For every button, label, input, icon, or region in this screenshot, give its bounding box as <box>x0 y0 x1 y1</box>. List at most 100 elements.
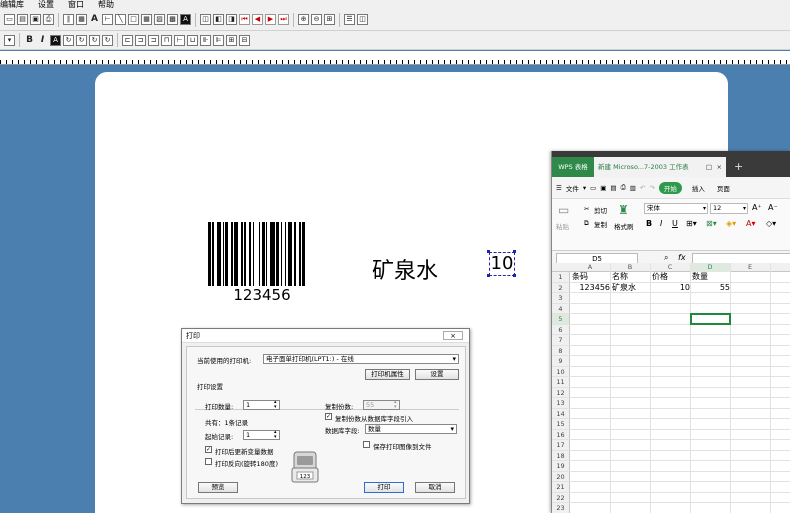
sheet-cell[interactable]: 矿泉水 <box>612 283 650 293</box>
paste-icon[interactable]: ▭ <box>558 203 569 217</box>
row-number[interactable]: 20 <box>552 471 570 481</box>
close-tab-icon[interactable]: × <box>717 157 722 177</box>
sheet-cell[interactable]: 123456 <box>572 283 610 293</box>
align-left-icon[interactable]: ⊏ <box>122 34 133 46</box>
barcode-element[interactable] <box>208 222 314 286</box>
row-number[interactable]: 21 <box>552 482 570 492</box>
line-tool-icon[interactable]: ⊢ <box>102 14 113 25</box>
row-number[interactable]: 1 <box>552 272 570 282</box>
next-record-icon[interactable]: ▶ <box>265 14 276 25</box>
wps-menu-start[interactable]: 开始 <box>658 181 682 194</box>
open-icon[interactable]: ▭ <box>590 184 596 192</box>
distribute-h-icon[interactable]: ⊪ <box>200 34 211 46</box>
printer-select[interactable]: 电子面单打印机(LPT1:) - 在线 <box>263 354 459 364</box>
ai-tool-icon[interactable]: A <box>180 14 191 25</box>
layout-icon[interactable]: ☰ <box>344 14 355 25</box>
row-number[interactable]: 14 <box>552 408 570 418</box>
print-icon[interactable]: ⎙ <box>621 183 626 192</box>
row-number[interactable]: 6 <box>552 324 570 334</box>
selection-handle[interactable] <box>513 274 516 277</box>
rectangle-tool-icon[interactable]: □ <box>128 14 139 25</box>
selection-handle[interactable] <box>487 250 490 253</box>
row-number[interactable]: 9 <box>552 356 570 366</box>
row-number[interactable]: 3 <box>552 293 570 303</box>
row-number[interactable]: 19 <box>552 461 570 471</box>
print-quantity-input[interactable]: 1 <box>243 400 280 410</box>
preview-icon[interactable]: ▥ <box>630 184 636 192</box>
row-number[interactable]: 15 <box>552 419 570 429</box>
row-number[interactable]: 4 <box>552 303 570 313</box>
text-tool-icon[interactable]: A <box>89 14 100 25</box>
zoom-out-icon[interactable]: ⊖ <box>311 14 322 25</box>
align-top-icon[interactable]: ⊓ <box>161 34 172 46</box>
column-header-c[interactable]: C <box>650 263 690 272</box>
settings-button[interactable]: 设置 <box>415 369 459 380</box>
wps-menu-page[interactable]: 页面 <box>717 183 730 193</box>
row-number[interactable]: 13 <box>552 398 570 408</box>
start-record-input[interactable]: 1 <box>243 430 280 440</box>
font-name-select[interactable]: 宋体 <box>644 203 708 214</box>
clear-format-icon[interactable]: ◇▾ <box>766 219 776 228</box>
align-center-icon[interactable]: ⊐ <box>135 34 146 46</box>
database-icon[interactable]: ◫ <box>200 14 211 25</box>
restore-icon[interactable]: □ <box>706 157 712 177</box>
row-number[interactable]: 16 <box>552 429 570 439</box>
row-number[interactable]: 12 <box>552 387 570 397</box>
db-field-select[interactable]: 数量 <box>365 424 457 434</box>
row-number[interactable]: 5 <box>552 314 570 324</box>
sheet-cell[interactable]: 名称 <box>612 272 650 282</box>
italic-button[interactable]: I <box>660 219 662 228</box>
sheet-cell[interactable]: 条码 <box>572 272 610 282</box>
sheet-grid[interactable]: A B C D E 1 条码 名称 价格 数量 2 123456 矿泉水 10 55 3 4 5 6 7 8 9… <box>552 263 790 513</box>
zoom-in-icon[interactable]: ⊕ <box>298 14 309 25</box>
selected-number-text[interactable]: 10 <box>489 252 515 276</box>
printer-properties-button[interactable]: 打印机属性 <box>365 369 410 380</box>
rotate-90-icon[interactable]: ↻ <box>76 34 87 46</box>
database-edit-icon[interactable]: ◨ <box>226 14 237 25</box>
dialog-close-button[interactable]: × <box>443 331 463 340</box>
preview-button[interactable]: 预览 <box>198 482 238 493</box>
copy-icon[interactable]: ⧉ <box>584 219 589 228</box>
row-number[interactable]: 23 <box>552 503 570 513</box>
increase-font-icon[interactable]: A⁺ <box>752 203 762 212</box>
fill-pattern-icon[interactable]: ⊠▾ <box>706 219 717 228</box>
menu-icon[interactable]: ☰ <box>556 184 562 192</box>
row-number[interactable]: 22 <box>552 492 570 502</box>
table-tool-icon[interactable]: ▦ <box>141 14 152 25</box>
qr-tool-icon[interactable]: ▩ <box>167 14 178 25</box>
menu-window[interactable]: 窗口 <box>68 0 84 9</box>
column-header-e[interactable]: E <box>730 263 770 272</box>
sheet-cell[interactable]: 价格 <box>652 272 690 282</box>
menu-help[interactable]: 帮助 <box>98 0 114 9</box>
zoom-icon[interactable]: ⌕ <box>664 253 668 263</box>
font-color-icon[interactable]: A▾ <box>746 219 756 228</box>
new-tab-icon[interactable]: + <box>734 157 743 177</box>
row-number[interactable]: 18 <box>552 450 570 460</box>
column-header-a[interactable]: A <box>570 263 610 272</box>
copies-from-db-checkbox[interactable]: ✓ <box>325 413 332 420</box>
fx-icon[interactable]: fx <box>678 253 686 262</box>
reverse-print-checkbox[interactable] <box>205 458 212 465</box>
format-painter-icon[interactable]: ♜ <box>618 203 629 217</box>
copy-label[interactable]: 复制 <box>594 219 607 229</box>
column-header-b[interactable]: B <box>610 263 650 272</box>
print-button[interactable]: 打印 <box>364 482 404 493</box>
column-header-d[interactable]: D <box>690 263 730 272</box>
save-icon[interactable]: ▣ <box>600 184 606 192</box>
open-file-icon[interactable]: ▤ <box>17 14 28 25</box>
align-bottom-icon[interactable]: ⊔ <box>187 34 198 46</box>
sheet-cell[interactable]: 10 <box>652 283 690 293</box>
menu-settings[interactable]: 设置 <box>38 0 54 9</box>
sheet-cell[interactable]: 55 <box>692 283 730 293</box>
wps-menu-file[interactable]: 文件 <box>566 183 579 193</box>
row-number[interactable]: 17 <box>552 440 570 450</box>
wps-app-tab[interactable]: WPS 表格 <box>552 157 594 177</box>
row-number[interactable]: 10 <box>552 366 570 376</box>
italic-icon[interactable]: I <box>37 35 48 46</box>
inverse-text-icon[interactable]: A <box>50 34 61 46</box>
rotate-0-icon[interactable]: ↻ <box>63 34 74 46</box>
rotate-180-icon[interactable]: ↻ <box>89 34 100 46</box>
underline-button[interactable]: U <box>672 219 678 228</box>
image-tool-icon[interactable]: ▨ <box>154 14 165 25</box>
paste-label[interactable]: 粘贴 <box>556 221 569 231</box>
